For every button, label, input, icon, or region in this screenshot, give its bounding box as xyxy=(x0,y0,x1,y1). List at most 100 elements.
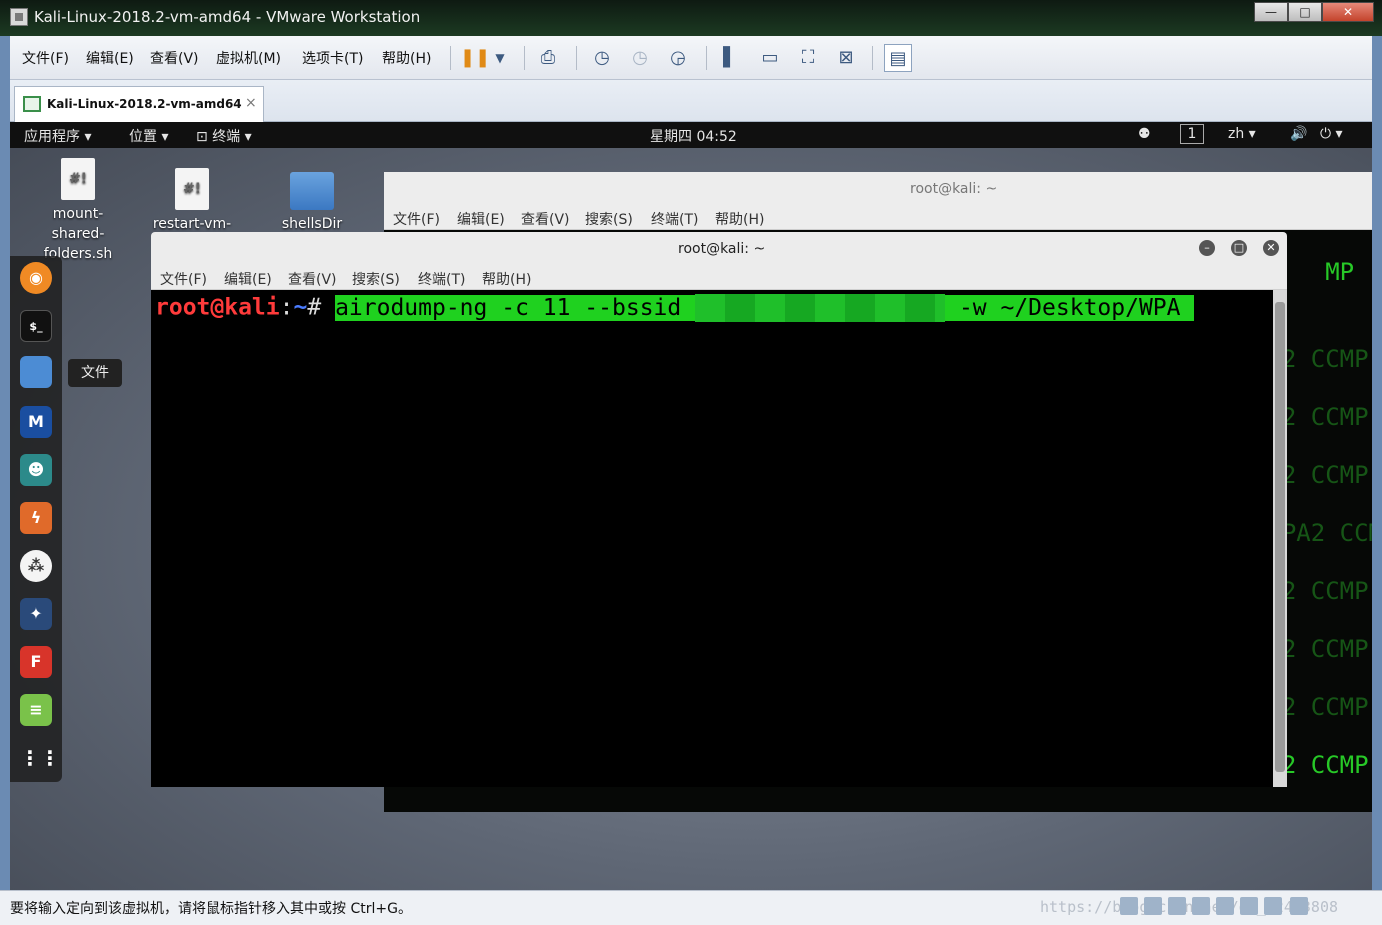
power-icon[interactable]: ⏻ ▾ xyxy=(1320,126,1343,142)
printer-icon[interactable] xyxy=(1240,897,1258,915)
close-button[interactable]: ✕ xyxy=(1322,2,1374,22)
display-icon[interactable] xyxy=(1264,897,1282,915)
term-back-menu-view[interactable]: 查看(V) xyxy=(521,209,570,229)
toolbar-separator xyxy=(872,46,873,70)
maximize-button[interactable]: □ xyxy=(1288,2,1322,22)
terminal-back-title: root@kali: ~ xyxy=(910,181,998,197)
burpsuite-icon[interactable]: ϟ xyxy=(20,502,52,534)
vmware-app-icon xyxy=(10,8,28,26)
term-front-menu-edit[interactable]: 编辑(E) xyxy=(224,269,272,289)
vmware-titlebar: Kali-Linux-2018.2-vm-amd64 - VMware Work… xyxy=(0,0,1382,36)
desktop-icon-label: shared- xyxy=(51,226,105,242)
scrollbar-thumb[interactable] xyxy=(1275,302,1285,772)
usb-icon[interactable] xyxy=(1192,897,1210,915)
terminal-front-body[interactable]: root@kali:~# airodump-ng -c 11 --bssid -… xyxy=(151,290,1273,787)
messages-icon[interactable] xyxy=(1290,897,1308,915)
menu-help[interactable]: 帮助(H) xyxy=(382,48,431,68)
term-front-menu-help[interactable]: 帮助(H) xyxy=(482,269,531,289)
prompt-user: root@kali xyxy=(155,294,280,321)
vmware-menubar: 文件(F) 编辑(E) 查看(V) 虚拟机(M) 选项卡(T) 帮助(H) ❚❚… xyxy=(10,36,1372,80)
term-back-menu-help[interactable]: 帮助(H) xyxy=(715,209,764,229)
vmware-status-bar: 要将输入定向到该虚拟机，请将鼠标指针移入其中或按 Ctrl+G。 https:/… xyxy=(0,890,1382,925)
show-apps-icon[interactable]: ⋮⋮ xyxy=(20,742,60,774)
leafpad-icon[interactable]: ≡ xyxy=(20,694,52,726)
terminal-back-header: root@kali: ~ 文件(F) 编辑(E) 查看(V) 搜索(S) 终端(… xyxy=(384,172,1372,230)
terminal-front-title: root@kali: ~ xyxy=(678,241,766,257)
dock-tooltip: 文件 xyxy=(68,359,122,387)
fullscreen-icon[interactable]: ⛶ xyxy=(794,44,822,72)
toolbar-separator xyxy=(450,46,451,70)
faraday-icon[interactable]: F xyxy=(20,646,52,678)
term-front-menu-search[interactable]: 搜索(S) xyxy=(352,269,400,289)
minimize-button[interactable]: — xyxy=(1254,2,1288,22)
dock: ◉ $_ M ☻ ϟ ⁂ ✦ F ≡ ⋮⋮ xyxy=(10,256,62,782)
term-back-menu-edit[interactable]: 编辑(E) xyxy=(457,209,505,229)
hdd-icon[interactable] xyxy=(1120,897,1138,915)
volume-icon[interactable]: 🔊 xyxy=(1290,126,1307,142)
snapshot-revert-icon[interactable]: ◷ xyxy=(626,44,654,72)
command-line[interactable]: root@kali:~# airodump-ng -c 11 --bssid -… xyxy=(155,294,1195,322)
cdrom-icon[interactable] xyxy=(1144,897,1162,915)
menu-tabs[interactable]: 选项卡(T) xyxy=(302,48,363,68)
pause-icon[interactable]: ❚❚ xyxy=(460,44,490,72)
sidebar-toggle-icon[interactable]: ▌ xyxy=(716,44,744,72)
terminal-close-button[interactable]: ✕ xyxy=(1263,240,1279,256)
term-back-menu-terminal[interactable]: 终端(T) xyxy=(651,209,698,229)
tab-close-icon[interactable]: × xyxy=(245,95,257,111)
snapshot-take-icon[interactable]: ◷ xyxy=(588,44,616,72)
desktop-icon-shellsdir[interactable]: shellsDir xyxy=(272,166,352,234)
firefox-icon[interactable]: ◉ xyxy=(20,262,52,294)
term-front-menu-view[interactable]: 查看(V) xyxy=(288,269,337,289)
vm-icon xyxy=(23,96,41,112)
guest-desktop[interactable]: 应用程序 ▾ 位置 ▾ ⊡ 终端 ▾ 星期四 04:52 ⚉ 1 zh ▾ 🔊 … xyxy=(10,122,1372,890)
window-controls: — □ ✕ xyxy=(1254,2,1374,22)
places-menu[interactable]: 位置 ▾ xyxy=(129,126,168,146)
terminal-app-menu[interactable]: ⊡ 终端 ▾ xyxy=(196,126,252,146)
language-indicator[interactable]: zh ▾ xyxy=(1228,126,1256,142)
command-text: airodump-ng -c 11 --bssid xyxy=(335,294,696,321)
vm-tab[interactable]: Kali-Linux-2018.2-vm-amd64 × xyxy=(14,86,264,122)
toolbar-separator xyxy=(576,46,577,70)
script-file-icon: #! xyxy=(175,168,209,210)
send-ctrl-alt-del-icon[interactable]: ⎙ xyxy=(534,44,562,72)
desktop-icon-mount-shared-folders[interactable]: #! mount- shared- folders.sh xyxy=(38,158,118,264)
vm-tab-label: Kali-Linux-2018.2-vm-amd64 xyxy=(47,97,242,111)
redacted-bssid xyxy=(695,294,946,322)
screen-share-icon[interactable]: ⚉ xyxy=(1138,126,1151,142)
unity-icon[interactable]: ⊠ xyxy=(832,44,860,72)
desktop-icon-restart-vm[interactable]: #! restart-vm- xyxy=(152,168,232,234)
prompt-path: ~ xyxy=(293,294,308,321)
console-view-icon[interactable]: ▭ xyxy=(756,44,784,72)
term-front-menu-file[interactable]: 文件(F) xyxy=(160,269,207,289)
workspace-indicator[interactable]: 1 xyxy=(1180,124,1204,144)
maltego-icon[interactable]: ⁂ xyxy=(20,550,52,582)
metasploit-icon[interactable]: M xyxy=(20,406,52,438)
terminal-maximize-button[interactable]: □ xyxy=(1231,240,1247,256)
toolbar-separator xyxy=(706,46,707,70)
applications-menu[interactable]: 应用程序 ▾ xyxy=(24,126,91,146)
network-icon[interactable] xyxy=(1168,897,1186,915)
library-icon[interactable]: ▤ xyxy=(884,44,912,72)
clock[interactable]: 星期四 04:52 xyxy=(650,126,737,146)
snapshot-manager-icon[interactable]: ◶ xyxy=(664,44,692,72)
dropdown-icon[interactable]: ▼ xyxy=(486,44,514,72)
menu-vm[interactable]: 虚拟机(M) xyxy=(216,48,281,68)
toolbar-separator xyxy=(524,46,525,70)
files-icon[interactable] xyxy=(20,356,52,388)
term-back-menu-file[interactable]: 文件(F) xyxy=(393,209,440,229)
term-front-menu-terminal[interactable]: 终端(T) xyxy=(418,269,465,289)
menu-view[interactable]: 查看(V) xyxy=(150,48,199,68)
terminal-icon[interactable]: $_ xyxy=(20,310,52,342)
sound-icon[interactable] xyxy=(1216,897,1234,915)
menu-file[interactable]: 文件(F) xyxy=(22,48,69,68)
armitage-icon[interactable]: ☻ xyxy=(20,454,52,486)
term-back-menu-search[interactable]: 搜索(S) xyxy=(585,209,633,229)
beef-icon[interactable]: ✦ xyxy=(20,598,52,630)
desktop-icon-label: shellsDir xyxy=(281,216,343,232)
status-message: 要将输入定向到该虚拟机，请将鼠标指针移入其中或按 Ctrl+G。 xyxy=(10,901,412,917)
folder-icon xyxy=(290,172,334,210)
menu-edit[interactable]: 编辑(E) xyxy=(86,48,134,68)
terminal-minimize-button[interactable]: – xyxy=(1199,240,1215,256)
terminal-window-front[interactable]: root@kali: ~ – □ ✕ 文件(F) 编辑(E) 查看(V) 搜索(… xyxy=(151,232,1287,787)
terminal-scrollbar[interactable] xyxy=(1273,290,1287,787)
